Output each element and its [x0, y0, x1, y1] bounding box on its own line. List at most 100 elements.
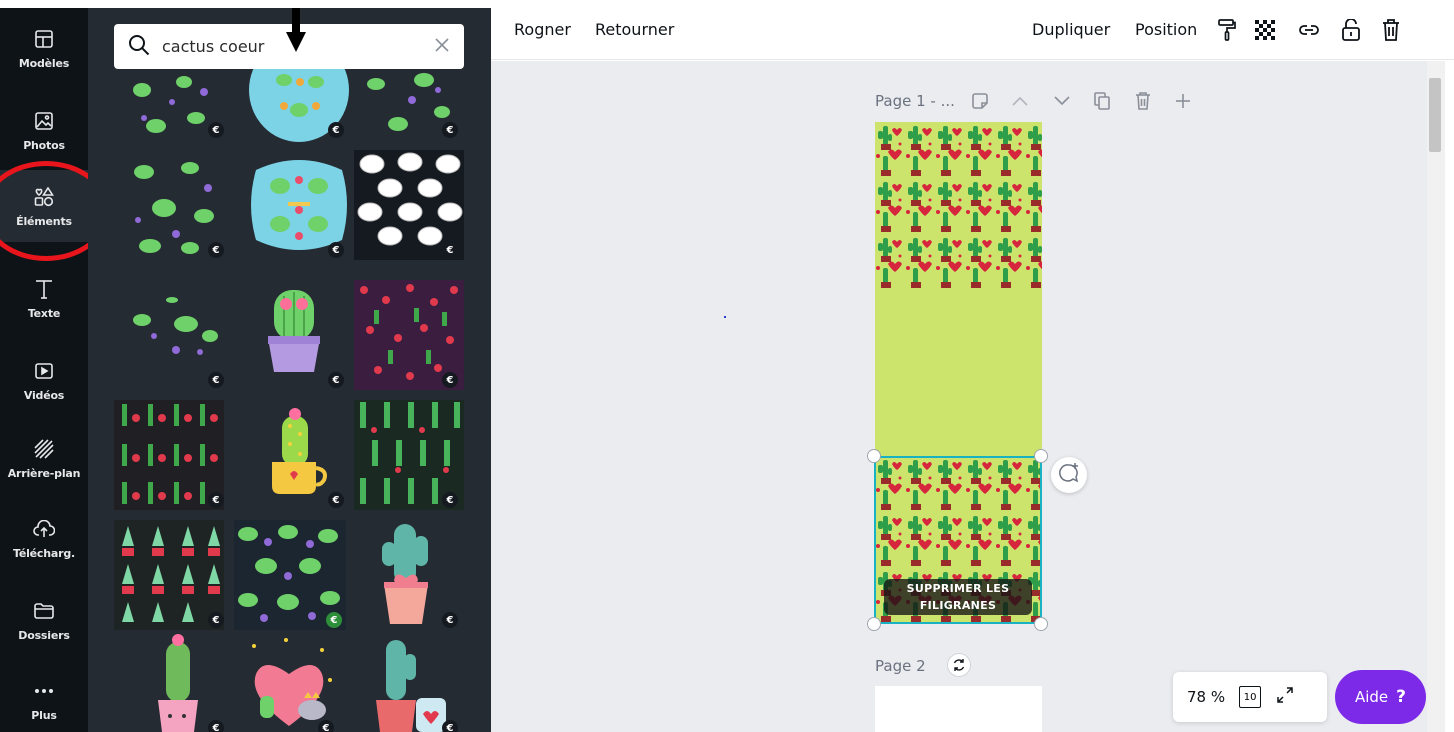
element-result[interactable]: €: [354, 520, 464, 630]
editor-window: Modèles Photos Éléments Texte Vidéos Arr…: [0, 0, 1454, 732]
help-label: Aide: [1354, 688, 1389, 706]
element-result[interactable]: €: [244, 280, 354, 390]
element-result[interactable]: €: [124, 280, 234, 390]
premium-badge: €: [442, 612, 458, 628]
premium-badge: €: [208, 492, 224, 508]
paint-roller-icon[interactable]: [1215, 18, 1239, 42]
element-result[interactable]: €: [124, 630, 234, 732]
lock-icon[interactable]: [1339, 18, 1363, 42]
close-icon[interactable]: [434, 37, 450, 57]
nav-item-templates[interactable]: Modèles: [0, 12, 88, 84]
nav-item-photos[interactable]: Photos: [0, 94, 88, 166]
page-1-title[interactable]: Page 1 - ...: [875, 92, 955, 110]
element-result[interactable]: €: [354, 60, 464, 148]
elements-panel: € € € € € € € € € € € € € € € € € € cact…: [88, 8, 491, 732]
trash-icon[interactable]: [1379, 18, 1403, 42]
element-result[interactable]: €: [354, 150, 464, 260]
fullscreen-icon[interactable]: [1277, 687, 1293, 707]
help-button[interactable]: Aide ?: [1335, 670, 1426, 724]
element-result[interactable]: €: [124, 60, 234, 148]
cactus-pattern-top[interactable]: [875, 122, 1042, 290]
folder-icon: [32, 599, 56, 623]
crop-button[interactable]: Rogner: [514, 20, 571, 39]
element-result[interactable]: €: [114, 520, 224, 630]
nav-item-text[interactable]: Texte: [0, 262, 88, 334]
resize-handle-top-right[interactable]: [1034, 449, 1048, 463]
nav-label: Plus: [31, 708, 57, 722]
resize-handle-bottom-left[interactable]: [867, 617, 881, 631]
copy-page-icon[interactable]: [1092, 91, 1112, 111]
nav-item-videos[interactable]: Vidéos: [0, 344, 88, 416]
add-comment-button[interactable]: [1051, 457, 1087, 493]
element-result[interactable]: €: [234, 630, 344, 732]
layout-icon: [32, 27, 56, 51]
premium-badge: €: [208, 612, 224, 628]
refresh-icon[interactable]: [947, 653, 971, 677]
nav-label: Éléments: [16, 214, 72, 228]
link-icon[interactable]: [1297, 18, 1321, 42]
element-result[interactable]: €: [244, 60, 354, 148]
premium-badge: €: [328, 492, 344, 508]
nav-label: Modèles: [18, 56, 70, 70]
premium-badge: €: [442, 720, 458, 732]
element-result[interactable]: €: [124, 150, 234, 260]
shapes-icon: [32, 185, 56, 209]
vertical-scrollbar[interactable]: [1427, 61, 1445, 732]
nav-item-background[interactable]: Arrière-plan: [0, 422, 88, 494]
watermark-line-2: FILIGRANES: [919, 599, 997, 612]
background-pattern-icon: [32, 437, 56, 461]
page-2[interactable]: [875, 686, 1042, 732]
nav-label: Arrière-plan: [7, 466, 81, 480]
page-count: 10: [1243, 691, 1257, 703]
comment-plus-icon: [1058, 462, 1080, 488]
delete-page-icon[interactable]: [1133, 91, 1153, 111]
element-result[interactable]: €: [114, 400, 224, 510]
nav-label: Texte: [27, 306, 61, 320]
question-icon: ?: [1396, 687, 1407, 707]
page-count-icon[interactable]: 10: [1239, 686, 1262, 708]
resize-handle-bottom-right[interactable]: [1034, 617, 1048, 631]
premium-badge: €: [442, 122, 458, 138]
nav-label: Vidéos: [23, 388, 65, 402]
premium-badge: €: [328, 122, 344, 138]
nav-label: Télécharg.: [13, 546, 75, 560]
element-result[interactable]: €: [244, 150, 354, 260]
nav-item-elements[interactable]: Éléments: [0, 170, 88, 242]
cloud-upload-icon: [32, 517, 56, 541]
transparency-icon[interactable]: [1253, 18, 1277, 42]
nav-item-folders[interactable]: Dossiers: [0, 584, 88, 656]
premium-badge: €: [442, 372, 458, 388]
duplicate-button[interactable]: Dupliquer: [1032, 20, 1110, 39]
element-result[interactable]: €: [354, 630, 464, 732]
element-result[interactable]: €: [354, 280, 464, 390]
premium-badge: €: [328, 242, 344, 258]
premium-badge: €: [326, 612, 342, 628]
resize-handle-top-left[interactable]: [867, 449, 881, 463]
toolbar: Rogner Retourner Dupliquer Position: [491, 0, 1454, 60]
side-nav: Modèles Photos Éléments Texte Vidéos Arr…: [0, 0, 110, 732]
nav-label: Photos: [23, 138, 65, 152]
position-button[interactable]: Position: [1135, 20, 1197, 39]
premium-badge: €: [328, 372, 344, 388]
nav-item-uploads[interactable]: Télécharg.: [0, 502, 88, 574]
element-result[interactable]: €: [244, 400, 354, 510]
premium-badge: €: [208, 122, 224, 138]
add-page-icon[interactable]: [1173, 91, 1193, 111]
remove-watermarks-button[interactable]: SUPPRIMER LES FILIGRANES: [884, 579, 1032, 615]
premium-badge: €: [318, 720, 334, 732]
page-2-title[interactable]: Page 2: [875, 657, 926, 675]
premium-badge: €: [442, 242, 458, 258]
arrow-down-icon: [286, 8, 306, 56]
chevron-up-icon[interactable]: [1010, 91, 1030, 111]
note-icon[interactable]: [970, 91, 990, 111]
zoom-level[interactable]: 78 %: [1187, 688, 1225, 706]
element-result[interactable]: €: [354, 400, 464, 510]
scrollbar-thumb[interactable]: [1429, 78, 1441, 152]
nav-item-more[interactable]: Plus: [0, 664, 88, 732]
element-result[interactable]: €: [234, 520, 346, 630]
nav-label: Dossiers: [18, 628, 70, 642]
premium-badge: €: [208, 720, 224, 732]
chevron-down-icon[interactable]: [1052, 91, 1072, 111]
zoom-bar: 78 % 10: [1173, 672, 1327, 722]
flip-button[interactable]: Retourner: [595, 20, 674, 39]
